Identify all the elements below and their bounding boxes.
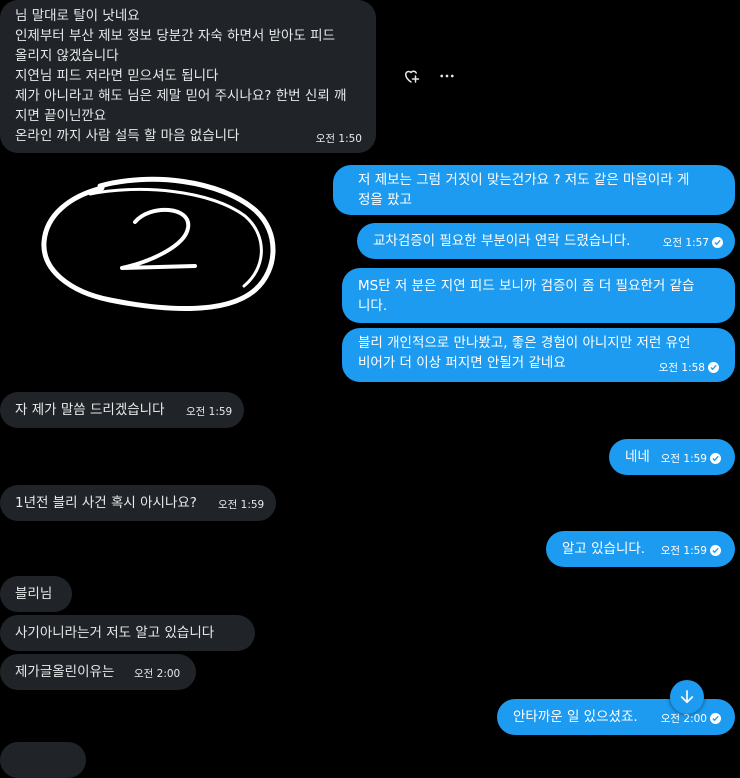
message-timestamp: 오전 1:59: [660, 544, 721, 557]
incoming-message[interactable]: 제가글올린이유는 오전 2:00: [0, 654, 196, 690]
incoming-message[interactable]: 자 제가 말씀 드리겠습니다 오전 1:59: [0, 392, 244, 428]
outgoing-message[interactable]: 교차검증이 필요한 부분이라 연락 드렸습니다. 오전 1:57: [357, 223, 735, 259]
read-check-icon: [710, 452, 721, 464]
message-line: 정을 팠고: [358, 192, 412, 208]
message-line: 1년전 블리 사건 혹시 아시나요?: [15, 495, 197, 511]
handwritten-circled-two-image: [41, 176, 276, 312]
message-timestamp: 오전 1:59: [660, 452, 721, 465]
incoming-message[interactable]: 님 말대로 탈이 낫네요 인제부터 부산 제보 정보 당분간 자숙 하면서 받아…: [0, 0, 376, 153]
message-line: 안타까운 일 있으셨죠.: [513, 709, 638, 725]
message-line: 인제부터 부산 제보 정보 당분간 자숙 하면서 받아도 피드: [15, 28, 335, 44]
timestamp-text: 오전 1:59: [660, 545, 707, 557]
message-line: 제가글올린이유는: [15, 664, 115, 680]
message-timestamp: 오전 2:00: [660, 712, 721, 725]
message-line: 블리 개인적으로 만나봤고, 좋은 경험이 아니지만 저런 유언: [358, 335, 691, 351]
message-line: 니다.: [358, 298, 388, 314]
message-line: 사기아니라는거 저도 알고 있습니다: [15, 625, 215, 641]
read-check-icon: [708, 361, 719, 373]
message-line: 네네: [625, 449, 650, 465]
more-horizontal-icon[interactable]: [435, 64, 459, 88]
timestamp-text: 오전 1:59: [660, 453, 707, 465]
message-line: 온라인 까지 사람 설득 할 마음 없습니다: [15, 128, 240, 144]
message-timestamp: 오전 1:50: [315, 133, 362, 145]
outgoing-message[interactable]: 블리 개인적으로 만나봤고, 좋은 경험이 아니지만 저런 유언 비어가 더 이…: [342, 328, 735, 382]
outgoing-message[interactable]: MS탄 저 분은 지연 피드 보니까 검증이 좀 더 필요한거 같습 니다.: [342, 268, 735, 323]
incoming-message[interactable]: 1년전 블리 사건 혹시 아시나요? 오전 1:59: [0, 485, 276, 521]
message-line: 지연님 피드 저라면 믿으셔도 됩니다: [15, 68, 219, 84]
message-timestamp: 오전 2:00: [134, 668, 181, 680]
message-timestamp: 오전 1:58: [658, 361, 719, 374]
message-timestamp: 오전 1:59: [218, 499, 265, 511]
read-check-icon: [710, 712, 721, 724]
timestamp-text: 오전 1:58: [658, 362, 705, 374]
scroll-to-bottom-button[interactable]: [670, 680, 704, 714]
message-line: 제가 아니라고 해도 님은 제말 믿어 주시나요? 한번 신뢰 깨: [15, 88, 347, 104]
message-line: 알고 있습니다.: [562, 541, 646, 557]
heart-plus-icon[interactable]: [399, 64, 423, 88]
message-line: 자 제가 말씀 드리겠습니다: [15, 402, 165, 418]
outgoing-message[interactable]: 네네 오전 1:59: [609, 439, 735, 475]
incoming-message[interactable]: 사기아니라는거 저도 알고 있습니다: [0, 615, 255, 651]
outgoing-message[interactable]: 알고 있습니다. 오전 1:59: [546, 531, 735, 567]
message-timestamp: 오전 1:59: [186, 406, 233, 418]
message-line: 블리님: [15, 586, 53, 602]
message-line: 올리지 않겠습니다: [15, 48, 119, 64]
timestamp-text: 오전 1:57: [662, 237, 709, 249]
incoming-message[interactable]: 블리님: [0, 576, 72, 612]
message-line: MS탄 저 분은 지연 피드 보니까 검증이 좀 더 필요한거 같습: [358, 278, 695, 294]
message-timestamp: 오전 1:57: [662, 236, 723, 249]
message-line: 님 말대로 탈이 낫네요: [15, 8, 140, 24]
arrow-down-icon: [680, 690, 694, 704]
image-message[interactable]: [30, 170, 290, 330]
read-check-icon: [710, 544, 721, 556]
incoming-message-partial[interactable]: [0, 742, 86, 778]
timestamp-text: 오전 2:00: [660, 713, 707, 725]
message-line: 지면 끝이닌깐요: [15, 108, 107, 124]
message-line: 저 제보는 그럼 거짓이 맞는건가요 ? 저도 같은 마음이라 게: [358, 172, 690, 188]
outgoing-message[interactable]: 저 제보는 그럼 거짓이 맞는건가요 ? 저도 같은 마음이라 게 정을 팠고: [333, 165, 735, 215]
read-check-icon: [712, 236, 723, 248]
